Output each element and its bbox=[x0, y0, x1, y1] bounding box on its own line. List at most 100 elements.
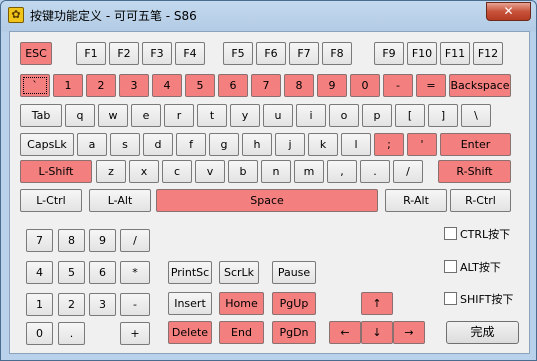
key-ralt[interactable]: R-Alt bbox=[385, 189, 447, 212]
checkbox-box[interactable] bbox=[444, 292, 457, 305]
key-capslock[interactable]: CapsLk bbox=[20, 133, 74, 156]
key-z[interactable]: z bbox=[96, 160, 126, 183]
key-f1[interactable]: F1 bbox=[76, 42, 106, 65]
key-f8[interactable]: F8 bbox=[322, 42, 352, 65]
key-6[interactable]: 6 bbox=[218, 74, 248, 97]
key-rbracket[interactable]: ] bbox=[428, 104, 458, 127]
close-button[interactable]: ✕ bbox=[486, 2, 531, 21]
key-q[interactable]: q bbox=[65, 104, 95, 127]
key-f7[interactable]: F7 bbox=[289, 42, 319, 65]
key-num8[interactable]: 8 bbox=[58, 229, 85, 252]
key-num6[interactable]: 6 bbox=[89, 261, 116, 284]
key-num2[interactable]: 2 bbox=[58, 293, 85, 316]
key-enter[interactable]: Enter bbox=[440, 133, 511, 156]
key-1[interactable]: 1 bbox=[53, 74, 83, 97]
key-r[interactable]: r bbox=[164, 104, 194, 127]
key-backtick[interactable]: ` bbox=[20, 74, 50, 97]
key-2[interactable]: 2 bbox=[86, 74, 116, 97]
key-num1[interactable]: 1 bbox=[26, 293, 53, 316]
key-period[interactable]: . bbox=[360, 160, 390, 183]
key-u[interactable]: u bbox=[263, 104, 293, 127]
key-scrlk[interactable]: ScrLk bbox=[219, 261, 259, 284]
key-space[interactable]: Space bbox=[156, 189, 378, 212]
key-backspace[interactable]: Backspace bbox=[449, 74, 511, 97]
key-0[interactable]: 0 bbox=[350, 74, 380, 97]
key-b[interactable]: b bbox=[228, 160, 258, 183]
key-x[interactable]: x bbox=[129, 160, 159, 183]
key-numdot[interactable]: . bbox=[58, 322, 85, 345]
key-4[interactable]: 4 bbox=[152, 74, 182, 97]
key-numstar[interactable]: * bbox=[120, 261, 150, 284]
key-pause[interactable]: Pause bbox=[272, 261, 316, 284]
key-printsc[interactable]: PrintSc bbox=[168, 261, 212, 284]
ctrl-pressed-checkbox[interactable]: CTRL按下 bbox=[444, 227, 510, 243]
key-n[interactable]: n bbox=[261, 160, 291, 183]
key-num9[interactable]: 9 bbox=[89, 229, 116, 252]
key-f12[interactable]: F12 bbox=[473, 42, 503, 65]
key-right[interactable]: → bbox=[393, 321, 425, 344]
key-end[interactable]: End bbox=[219, 321, 264, 344]
key-y[interactable]: y bbox=[230, 104, 260, 127]
key-pgup[interactable]: PgUp bbox=[272, 292, 316, 315]
key-c[interactable]: c bbox=[162, 160, 192, 183]
key-w[interactable]: w bbox=[98, 104, 128, 127]
key-minus[interactable]: - bbox=[383, 74, 413, 97]
key-lalt[interactable]: L-Alt bbox=[89, 189, 151, 212]
key-f11[interactable]: F11 bbox=[440, 42, 470, 65]
key-up[interactable]: ↑ bbox=[361, 292, 393, 315]
key-left[interactable]: ← bbox=[329, 321, 361, 344]
key-m[interactable]: m bbox=[294, 160, 324, 183]
key-equals[interactable]: = bbox=[416, 74, 446, 97]
key-f4[interactable]: F4 bbox=[175, 42, 205, 65]
key-f10[interactable]: F10 bbox=[407, 42, 437, 65]
key-semicolon[interactable]: ; bbox=[374, 133, 404, 156]
shift-pressed-checkbox[interactable]: SHIFT按下 bbox=[444, 292, 513, 308]
key-num3[interactable]: 3 bbox=[89, 293, 116, 316]
key-f[interactable]: f bbox=[176, 133, 206, 156]
key-f3[interactable]: F3 bbox=[142, 42, 172, 65]
key-l[interactable]: l bbox=[341, 133, 371, 156]
key-7[interactable]: 7 bbox=[251, 74, 281, 97]
key-8[interactable]: 8 bbox=[284, 74, 314, 97]
key-h[interactable]: h bbox=[242, 133, 272, 156]
key-down[interactable]: ↓ bbox=[361, 321, 393, 344]
key-backslash[interactable]: \ bbox=[461, 104, 491, 127]
key-j[interactable]: j bbox=[275, 133, 305, 156]
key-f9[interactable]: F9 bbox=[374, 42, 404, 65]
key-d[interactable]: d bbox=[143, 133, 173, 156]
key-f5[interactable]: F5 bbox=[223, 42, 253, 65]
key-t[interactable]: t bbox=[197, 104, 227, 127]
key-pgdn[interactable]: PgDn bbox=[272, 321, 316, 344]
key-9[interactable]: 9 bbox=[317, 74, 347, 97]
key-3[interactable]: 3 bbox=[119, 74, 149, 97]
key-e[interactable]: e bbox=[131, 104, 161, 127]
key-i[interactable]: i bbox=[296, 104, 326, 127]
key-rshift[interactable]: R-Shift bbox=[438, 160, 511, 183]
key-o[interactable]: o bbox=[329, 104, 359, 127]
alt-pressed-checkbox[interactable]: ALT按下 bbox=[444, 260, 501, 276]
key-f6[interactable]: F6 bbox=[256, 42, 286, 65]
key-numslash[interactable]: / bbox=[120, 229, 150, 252]
key-numminus[interactable]: - bbox=[120, 293, 150, 316]
key-numplus[interactable]: + bbox=[120, 322, 150, 345]
key-num4[interactable]: 4 bbox=[26, 261, 53, 284]
key-home[interactable]: Home bbox=[219, 292, 264, 315]
key-g[interactable]: g bbox=[209, 133, 239, 156]
key-rctrl[interactable]: R-Ctrl bbox=[450, 189, 511, 212]
key-slash[interactable]: / bbox=[393, 160, 423, 183]
key-lshift[interactable]: L-Shift bbox=[20, 160, 92, 183]
key-v[interactable]: v bbox=[195, 160, 225, 183]
key-insert[interactable]: Insert bbox=[168, 292, 212, 315]
key-num5[interactable]: 5 bbox=[58, 261, 85, 284]
key-k[interactable]: k bbox=[308, 133, 338, 156]
key-num7[interactable]: 7 bbox=[26, 229, 53, 252]
key-comma[interactable]: , bbox=[327, 160, 357, 183]
key-lbracket[interactable]: [ bbox=[395, 104, 425, 127]
done-button[interactable]: 完成 bbox=[446, 321, 519, 344]
checkbox-box[interactable] bbox=[444, 227, 457, 240]
key-lctrl[interactable]: L-Ctrl bbox=[20, 189, 82, 212]
key-5[interactable]: 5 bbox=[185, 74, 215, 97]
key-esc[interactable]: ESC bbox=[20, 42, 52, 65]
key-delete[interactable]: Delete bbox=[168, 321, 212, 344]
key-p[interactable]: p bbox=[362, 104, 392, 127]
